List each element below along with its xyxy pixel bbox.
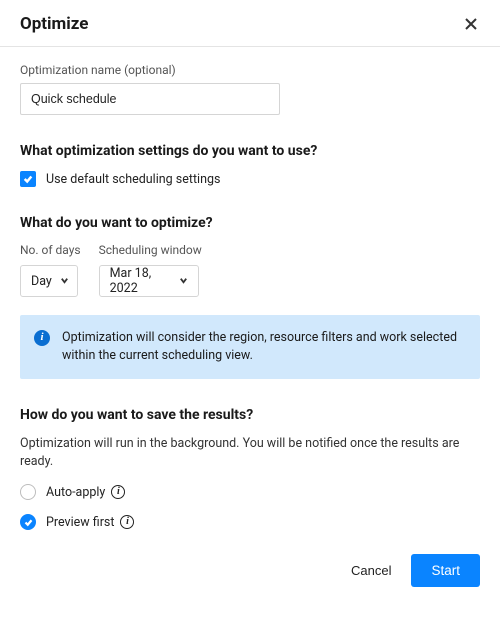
- window-select[interactable]: Mar 18, 2022: [99, 265, 199, 297]
- chevron-down-icon: [179, 274, 188, 289]
- info-icon: i: [34, 330, 50, 346]
- radio-preview-row: Preview first i: [20, 514, 480, 530]
- radio-auto-row: Auto-apply i: [20, 484, 480, 500]
- modal-title: Optimize: [20, 14, 88, 34]
- default-settings-checkbox[interactable]: [20, 171, 36, 187]
- settings-heading: What optimization settings do you want t…: [20, 143, 480, 159]
- info-banner: i Optimization will consider the region,…: [20, 315, 480, 379]
- window-col: Scheduling window Mar 18, 2022: [99, 243, 202, 297]
- default-settings-row: Use default scheduling settings: [20, 171, 480, 187]
- optimize-heading: What do you want to optimize?: [20, 215, 480, 231]
- modal-footer: Cancel Start: [0, 540, 500, 605]
- radio-preview-first[interactable]: [20, 514, 36, 530]
- days-value: Day: [31, 274, 52, 289]
- modal-body: Optimization name (optional) What optimi…: [0, 47, 500, 540]
- save-subtext: Optimization will run in the background.…: [20, 435, 480, 470]
- optimize-modal: Optimize Optimization name (optional) Wh…: [0, 0, 500, 605]
- check-icon: [24, 518, 33, 527]
- help-icon[interactable]: i: [111, 485, 125, 499]
- help-icon[interactable]: i: [120, 515, 134, 529]
- save-heading: How do you want to save the results?: [20, 407, 480, 423]
- info-text: Optimization will consider the region, r…: [62, 329, 464, 365]
- radio-auto-label: Auto-apply: [46, 485, 105, 500]
- optimization-name-input[interactable]: [20, 83, 280, 115]
- modal-header: Optimize: [0, 0, 500, 47]
- days-col: No. of days Day: [20, 243, 81, 297]
- window-value: Mar 18, 2022: [110, 266, 171, 296]
- chevron-down-icon: [60, 274, 69, 289]
- close-icon: [464, 17, 478, 31]
- check-icon: [23, 174, 33, 184]
- name-label: Optimization name (optional): [20, 63, 480, 77]
- save-radio-group: Auto-apply i Preview first i: [20, 484, 480, 530]
- start-button[interactable]: Start: [411, 554, 480, 587]
- radio-preview-label: Preview first: [46, 515, 114, 530]
- cancel-button[interactable]: Cancel: [345, 555, 397, 586]
- close-button[interactable]: [462, 15, 480, 33]
- window-label: Scheduling window: [99, 243, 202, 257]
- optimize-row: No. of days Day Scheduling window Mar 18…: [20, 243, 480, 297]
- default-settings-label: Use default scheduling settings: [46, 172, 220, 187]
- radio-auto-apply[interactable]: [20, 484, 36, 500]
- days-select[interactable]: Day: [20, 265, 78, 297]
- days-label: No. of days: [20, 243, 81, 257]
